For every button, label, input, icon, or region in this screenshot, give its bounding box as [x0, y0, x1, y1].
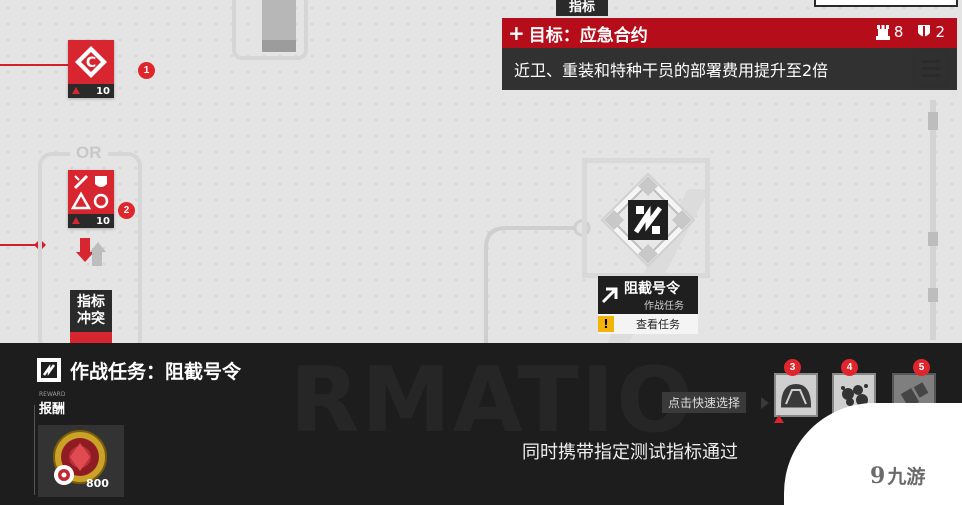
conflict-indicator[interactable]: 指标 冲突: [70, 290, 112, 334]
node-cost: 10: [68, 214, 114, 228]
map-node-2[interactable]: 10: [68, 170, 114, 228]
mission-subtitle: 作战任务: [644, 301, 684, 312]
quick-select-arrow: [761, 397, 769, 409]
conflict-line1: 指标: [77, 294, 105, 310]
annotation-badge-5: 5: [913, 359, 930, 376]
watermark-text: 九游: [887, 466, 926, 488]
node-cost-value: 10: [96, 85, 110, 97]
rook-icon: [875, 25, 890, 40]
or-label: OR: [70, 143, 108, 163]
node-cost: 10: [68, 84, 114, 98]
selected-triangle-icon: [774, 415, 784, 423]
cost-reduction-icon: C: [75, 46, 107, 78]
objective-title: 目标：应急合约: [528, 25, 648, 46]
mission-card-header: 阻截号令 作战任务: [598, 276, 698, 314]
reward-label-en: REWARD: [39, 391, 66, 398]
objective-panel[interactable]: + 目标：应急合约 8 2 近卫、重装和特种干员的部署费用提升至2倍: [502, 18, 957, 90]
path-line: [0, 64, 68, 66]
objective-counts: 8 2: [875, 23, 945, 41]
conflict-line2: 冲突: [77, 311, 105, 327]
annotation-badge-4: 4: [841, 359, 858, 376]
cost-triangle-icon: [72, 217, 80, 224]
scroll-marker: [928, 112, 938, 130]
rook-count: 8: [875, 23, 904, 41]
turtle-shell-icon: [781, 384, 811, 408]
shield-count: 2: [917, 23, 945, 41]
quick-select-hint: 点击快速选择: [662, 392, 747, 413]
node-cost-value: 10: [96, 215, 110, 227]
reward-label: 报酬: [39, 402, 66, 417]
reward-quantity: 800: [86, 477, 109, 490]
faded-node-foot: [262, 40, 296, 52]
multi-effect-icon: [71, 174, 109, 210]
rook-count-value: 8: [893, 23, 904, 41]
mission-node-icon[interactable]: [598, 170, 698, 270]
watermark-symbol: 9: [870, 462, 886, 489]
option-turtle-shell[interactable]: [774, 373, 818, 417]
swap-icon[interactable]: [76, 236, 108, 268]
watermark-logo: 9 九游: [870, 462, 925, 489]
mission-type-icon: [37, 358, 61, 382]
annotation-badge-2: 2: [118, 202, 135, 219]
scroll-marker: [928, 288, 938, 302]
node-face: [68, 170, 114, 214]
objective-header: + 目标：应急合约 8 2: [502, 18, 957, 48]
top-right-button[interactable]: [814, 0, 958, 7]
panel-task-title: 作战任务：阻截号令: [70, 361, 242, 383]
map-node-1[interactable]: C 10: [68, 40, 114, 98]
mission-title: 阻截号令: [624, 281, 680, 297]
reward-divider: [34, 405, 35, 495]
svg-text:C: C: [86, 55, 96, 71]
mission-requirement-text: 同时携带指定测试指标通过: [522, 442, 738, 463]
scroll-marker: [928, 232, 938, 246]
warning-icon: !: [598, 316, 614, 332]
view-mission-link[interactable]: 查看任务: [636, 316, 680, 332]
cost-triangle-icon: [72, 87, 80, 94]
top-indicator-tab[interactable]: 指标: [556, 0, 608, 16]
map-scrollbar[interactable]: [928, 100, 938, 340]
annotation-badge-3: 3: [784, 359, 801, 376]
arrow-up-right-icon: [598, 276, 622, 314]
mission-card-footer: ! 查看任务: [598, 314, 698, 334]
mission-card[interactable]: 阻截号令 作战任务 ! 查看任务: [598, 276, 698, 334]
node-face: C: [68, 40, 114, 84]
faded-node-face: [262, 0, 296, 40]
plus-icon: +: [508, 21, 525, 45]
objective-description: 近卫、重装和特种干员的部署费用提升至2倍: [502, 48, 957, 90]
annotation-badge-1: 1: [138, 62, 155, 79]
shield-count-value: 2: [935, 23, 945, 41]
map-node-faded-top[interactable]: [232, 0, 308, 60]
shield-icon: [918, 25, 931, 37]
